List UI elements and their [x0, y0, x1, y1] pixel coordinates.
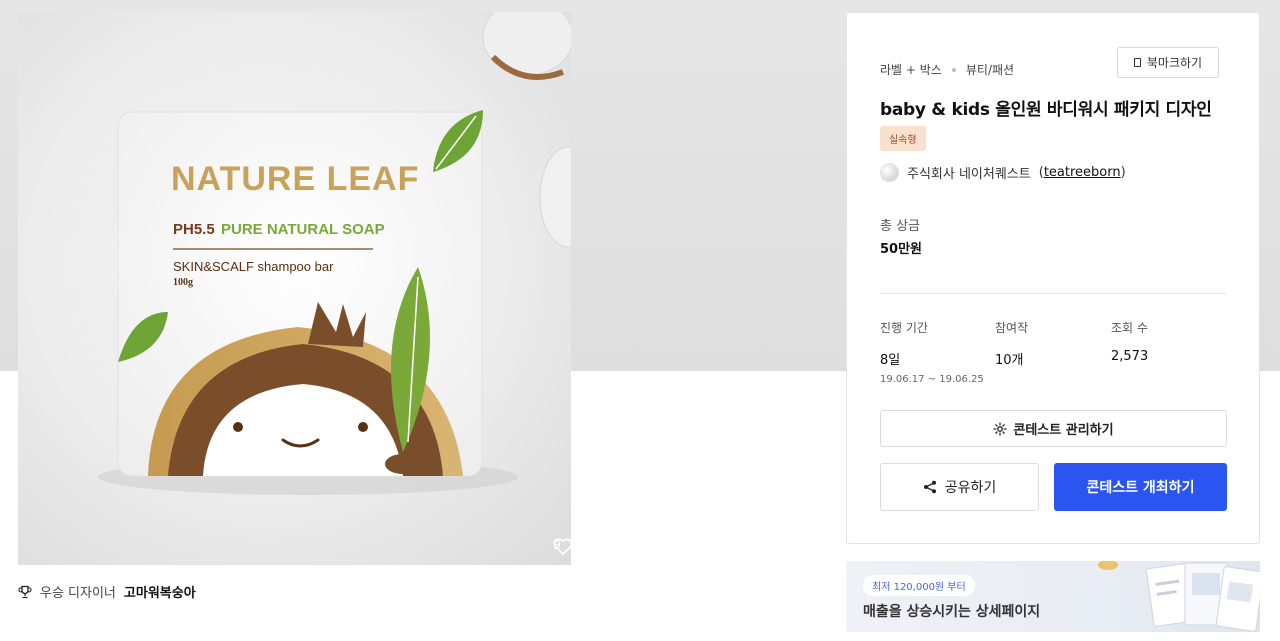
stat-label: 진행 기간 — [880, 321, 928, 335]
company-handle[interactable]: teatreeborn — [1044, 165, 1121, 180]
soap-text: PURE NATURAL SOAP — [221, 221, 385, 238]
designer-label: 우승 디자이너 — [40, 586, 116, 601]
stat-date-range: 19.06.17 ~ 19.06.25 — [880, 374, 984, 385]
ad-price-pill: 최저 120,000원 부터 — [863, 575, 975, 596]
winner-designer: 우승 디자이너 고마워복숭아 — [18, 582, 196, 601]
ad-banner[interactable]: 최저 120,000원 부터 매출을 상승시키는 상세페이지 — [846, 561, 1260, 632]
gear-icon — [993, 421, 1008, 436]
stat-entries: 참여작 10개 — [995, 319, 1028, 368]
product-line-text: SKIN&SCALF shampoo bar — [173, 259, 334, 274]
manage-contest-button[interactable]: 콘테스트 관리하기 — [880, 410, 1227, 447]
host-contest-button[interactable]: 콘테스트 개최하기 — [1054, 463, 1227, 511]
category-secondary[interactable]: 뷰티/패션 — [966, 61, 1014, 78]
share-button[interactable]: 공유하기 — [880, 463, 1039, 511]
trophy-icon — [18, 585, 32, 598]
heart-icon — [553, 538, 571, 556]
prize-value: 50만원 — [880, 242, 923, 257]
category-breadcrumb: 라벨 + 박스 뷰티/패션 — [880, 61, 1014, 78]
ph-text: PH5.5 — [173, 221, 215, 238]
brand-text: NATURE LEAF — [171, 160, 419, 198]
stat-value: 8일 — [880, 353, 901, 368]
stat-value: 2,573 — [1111, 349, 1149, 364]
category-primary[interactable]: 라벨 + 박스 — [880, 61, 942, 78]
contest-info-panel: 라벨 + 박스 뷰티/패션 북마크하기 baby & kids 올인원 바디워시… — [846, 12, 1260, 544]
separator-dot — [951, 67, 956, 72]
stat-label: 조회 수 — [1111, 321, 1148, 335]
bookmark-icon — [1133, 58, 1141, 67]
stat-duration: 진행 기간 8일 19.06.17 ~ 19.06.25 — [880, 319, 984, 385]
divider — [880, 293, 1226, 294]
company-name: 주식회사 네이처퀘스트 — [907, 167, 1031, 182]
manage-label: 콘테스트 관리하기 — [1013, 423, 1114, 438]
designer-name[interactable]: 고마워복숭아 — [124, 582, 196, 601]
soap-package-illustration: NATURE LEAF PH5.5 PURE NATURAL SOAP SKIN… — [98, 12, 571, 495]
like-button[interactable]: 9 — [553, 538, 571, 556]
ad-headline: 매출을 상승시키는 상세페이지 — [863, 604, 1041, 620]
stat-views: 조회 수 2,573 — [1111, 319, 1148, 364]
share-label: 공유하기 — [944, 480, 997, 496]
weight-text: 100g — [173, 277, 193, 288]
company-handle-wrapper[interactable]: (teatreeborn) — [1039, 165, 1126, 180]
host-company: 주식회사 네이처퀘스트 (teatreeborn) — [880, 163, 1126, 182]
company-avatar — [880, 163, 899, 182]
bookmark-button[interactable]: 북마크하기 — [1117, 47, 1219, 78]
share-icon — [923, 480, 936, 494]
prize-label: 총 상금 — [880, 219, 921, 234]
contest-type-badge: 실속형 — [880, 126, 926, 151]
bookmark-label: 북마크하기 — [1146, 56, 1203, 70]
stat-value: 10개 — [995, 353, 1024, 368]
stat-label: 참여작 — [995, 321, 1029, 335]
contest-title: baby & kids 올인원 바디워시 패키지 디자인 — [880, 100, 1212, 120]
product-image[interactable]: NATURE LEAF PH5.5 PURE NATURAL SOAP SKIN… — [18, 12, 571, 565]
host-label: 콘테스트 개최하기 — [1086, 480, 1195, 496]
ad-detail-page-thumbnail — [1098, 561, 1260, 632]
